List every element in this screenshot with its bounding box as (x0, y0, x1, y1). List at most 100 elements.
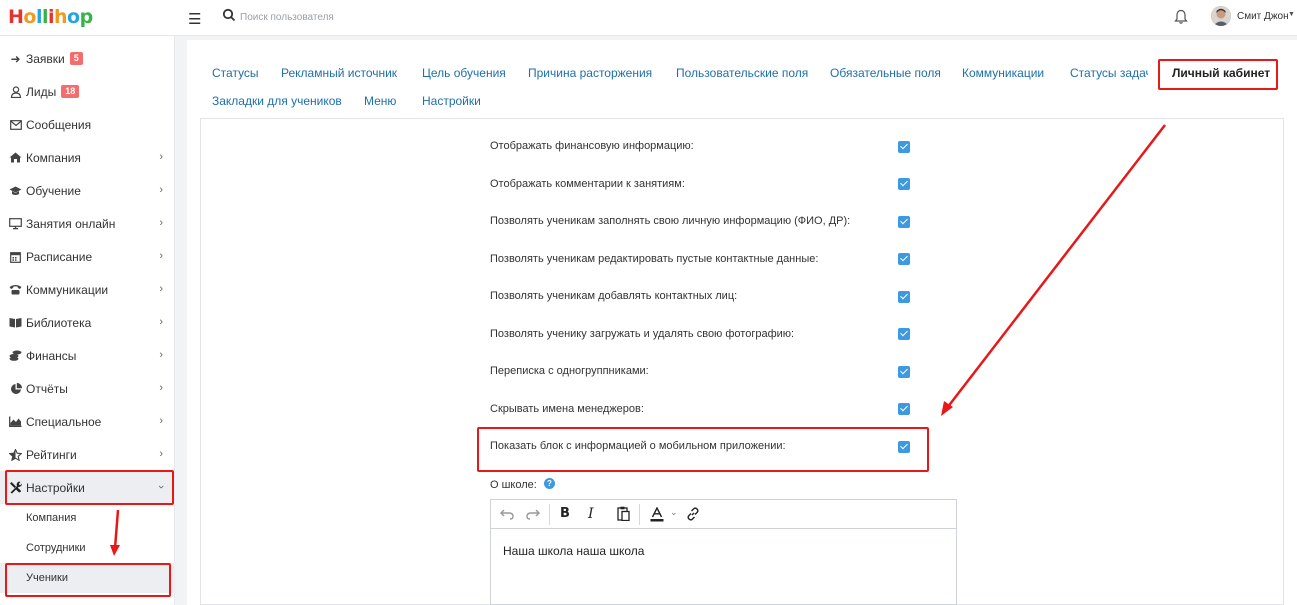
tab-communications[interactable]: Коммуникации (962, 66, 1044, 80)
menu-toggle-icon[interactable]: ☰ (188, 10, 201, 28)
sidebar-item-education[interactable]: Обучение › (0, 174, 175, 207)
sidebar-item-requests[interactable]: ➜ Заявки 5 (0, 42, 175, 75)
tab-settings[interactable]: Настройки (422, 94, 481, 108)
sidebar-item-label: Коммуникации (26, 282, 109, 297)
bold-icon[interactable]: B (560, 506, 570, 521)
option-checkbox[interactable] (898, 178, 910, 190)
sidebar-item-label: Рейтинги (26, 447, 77, 462)
option-checkbox[interactable] (898, 403, 910, 415)
tab-task-statuses[interactable]: Статусы задач (1070, 66, 1148, 80)
coins-icon (9, 349, 22, 362)
user-icon (9, 85, 22, 98)
sidebar-subitem-label: Компания (26, 512, 77, 524)
logo-letter: h (54, 6, 68, 28)
link-icon[interactable] (686, 507, 700, 521)
option-label: Скрывать имена менеджеров: (490, 403, 644, 415)
help-icon[interactable]: ? (544, 478, 555, 489)
text-color-icon[interactable] (650, 507, 664, 522)
chevron-down-icon[interactable]: ▼ (1288, 11, 1295, 18)
option-label: Позволять ученикам заполнять свою личную… (490, 215, 851, 227)
option-checkbox[interactable] (898, 253, 910, 265)
tab-required-fields[interactable]: Обязательные поля (830, 66, 941, 80)
sidebar-item-library[interactable]: Библиотека › (0, 306, 175, 339)
sidebar-item-label: Заявки (26, 51, 65, 66)
envelope-icon (9, 118, 22, 131)
chevron-down-icon[interactable]: ⌄ (670, 507, 678, 518)
sidebar-item-company[interactable]: Компания › (0, 141, 175, 174)
rich-text-editor[interactable]: B I ⌄ Наша школа наша школа (490, 499, 957, 605)
sidebar-item-label: Занятия онлайн (26, 216, 116, 231)
redo-icon[interactable] (526, 508, 540, 520)
sidebar-item-leads[interactable]: Лиды 18 (0, 75, 175, 108)
sidebar-item-finance[interactable]: Финансы › (0, 339, 175, 372)
chevron-right-icon: › (159, 316, 163, 328)
top-bar: Hollihop ☰ Смит Джон ▼ (0, 0, 1297, 36)
sidebar-subitem-label: Сотрудники (26, 542, 86, 554)
annotation-highlight-settings (5, 470, 174, 505)
option-label: Отображать комментарии к занятиям: (490, 178, 685, 190)
chevron-right-icon: › (159, 448, 163, 460)
chevron-right-icon: › (159, 151, 163, 163)
tab-custom-fields[interactable]: Пользовательские поля (676, 66, 808, 80)
annotation-highlight-option (477, 427, 929, 472)
search-input[interactable] (240, 7, 480, 27)
sidebar-item-label: Обучение (26, 183, 81, 198)
chevron-right-icon: › (159, 382, 163, 394)
chevron-right-icon: › (159, 349, 163, 361)
phone-icon (9, 283, 22, 296)
tab-menu[interactable]: Меню (364, 94, 396, 108)
sidebar-item-label: Лиды (26, 84, 57, 99)
about-school-label: О школе: (490, 479, 537, 491)
logo-letter: o (23, 6, 36, 28)
sidebar: ➜ Заявки 5 Лиды 18 Сообщения Компания › … (0, 36, 175, 605)
sidebar-item-reports[interactable]: Отчёты › (0, 372, 175, 405)
graduation-cap-icon (9, 184, 22, 197)
italic-icon[interactable]: I (588, 506, 594, 522)
book-icon (9, 316, 22, 329)
count-badge: 18 (61, 85, 80, 98)
search-icon (222, 8, 236, 22)
sidebar-item-label: Расписание (26, 249, 93, 264)
tab-learning-goal[interactable]: Цель обучения (422, 66, 506, 80)
sidebar-item-messages[interactable]: Сообщения (0, 108, 175, 141)
option-checkbox[interactable] (898, 366, 910, 378)
calendar-icon (9, 250, 22, 263)
annotation-highlight-tab (1158, 59, 1278, 90)
sidebar-item-schedule[interactable]: Расписание › (0, 240, 175, 273)
sidebar-item-special[interactable]: Специальное › (0, 405, 175, 438)
editor-content[interactable]: Наша школа наша школа (503, 544, 644, 558)
toolbar-divider (549, 504, 550, 525)
avatar[interactable] (1211, 6, 1231, 26)
user-name[interactable]: Смит Джон (1237, 11, 1289, 22)
option-label: Отображать финансовую информацию: (490, 140, 694, 152)
sidebar-item-communications[interactable]: Коммуникации › (0, 273, 175, 306)
option-checkbox[interactable] (898, 141, 910, 153)
sidebar-subitem-staff[interactable]: Сотрудники (0, 533, 175, 563)
sidebar-item-label: Специальное (26, 414, 102, 429)
tab-statuses[interactable]: Статусы (212, 66, 259, 80)
sidebar-item-online-classes[interactable]: Занятия онлайн › (0, 207, 175, 240)
logo-letter: o (67, 6, 80, 28)
chevron-right-icon: › (159, 184, 163, 196)
tab-student-bookmarks[interactable]: Закладки для учеников (212, 94, 342, 108)
editor-toolbar: B I ⌄ (491, 500, 956, 529)
sidebar-item-ratings[interactable]: Рейтинги › (0, 438, 175, 471)
sidebar-item-label: Отчёты (26, 381, 68, 396)
tab-ad-source[interactable]: Рекламный источник (281, 66, 397, 80)
option-checkbox[interactable] (898, 328, 910, 340)
star-half-icon (9, 448, 22, 461)
undo-icon[interactable] (500, 508, 514, 520)
option-checkbox[interactable] (898, 216, 910, 228)
sidebar-subitem-company[interactable]: Компания (0, 503, 175, 533)
bell-icon[interactable] (1174, 9, 1188, 25)
tab-termination-reason[interactable]: Причина расторжения (528, 66, 652, 80)
paste-icon[interactable] (617, 506, 630, 521)
pie-chart-icon (9, 382, 22, 395)
option-checkbox[interactable] (898, 291, 910, 303)
toolbar-divider (639, 504, 640, 525)
logo[interactable]: Hollihop (8, 6, 93, 28)
home-icon (9, 151, 22, 164)
option-label: Позволять ученику загружать и удалять св… (490, 328, 795, 340)
option-label: Переписка с одногруппниками: (490, 365, 649, 377)
sidebar-item-label: Библиотека (26, 315, 92, 330)
